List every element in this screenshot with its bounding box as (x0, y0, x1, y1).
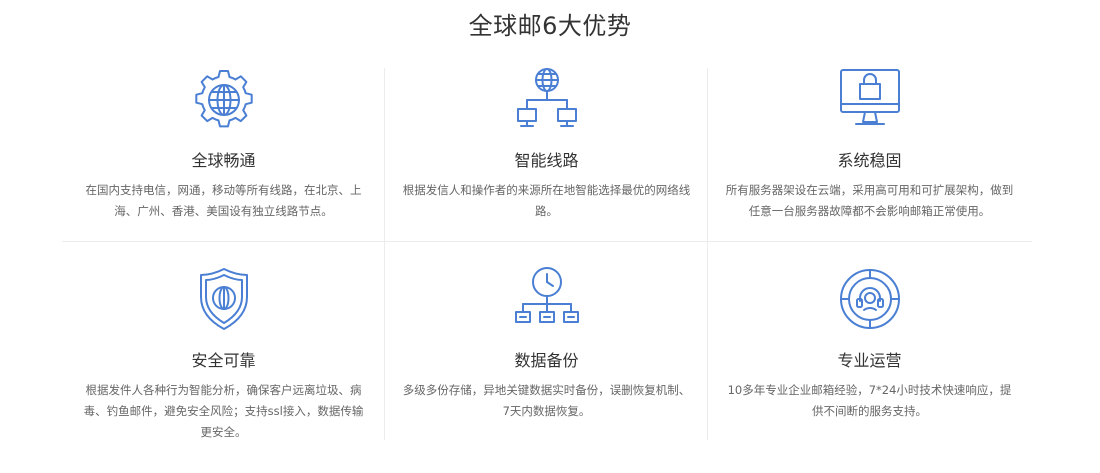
feature-title: 数据备份 (514, 351, 579, 370)
feature-card-routing: 智能线路 根据发信人和操作者的来源所在地智能选择最优的网络线路。 (385, 68, 708, 241)
feature-card-operations: 专业运营 10多年专业企业邮箱经验，7*24小时技术快速响应，提供不间断的服务支… (708, 241, 1031, 418)
feature-desc: 根据发信人和操作者的来源所在地智能选择最优的网络线路。 (402, 183, 691, 218)
feature-title: 系统稳固 (837, 151, 902, 170)
feature-desc: 根据发件人各种行为智能分析，确保客户远离垃圾、病毒、钓鱼邮件，避免安全风险；支持… (83, 383, 364, 439)
feature-desc: 在国内支持电信，网通，移动等所有线路，在北京、上海、广州、香港、美国设有独立线路… (85, 183, 362, 218)
feature-card-stability: 系统稳固 所有服务器架设在云端，采用高可用和可扩展架构，做到任意一台服务器故障都… (708, 68, 1031, 241)
section-title: 全球邮6大优势 (468, 12, 632, 40)
feature-title: 全球畅通 (191, 151, 256, 170)
shield-globe-icon (192, 267, 256, 331)
feature-desc: 10多年专业企业邮箱经验，7*24小时技术快速响应，提供不间断的服务支持。 (727, 383, 1012, 418)
network-tree-icon (515, 68, 579, 132)
feature-desc: 多级多份存储，异地关键数据实时备份，误删恢复机制、7天内数据恢复。 (402, 383, 691, 418)
monitor-lock-icon (838, 68, 902, 132)
feature-card-backup: 数据备份 多级多份存储，异地关键数据实时备份，误删恢复机制、7天内数据恢复。 (385, 241, 708, 418)
clock-backup-icon (514, 267, 579, 331)
feature-title: 智能线路 (514, 151, 579, 170)
headset-target-icon (838, 267, 902, 331)
feature-card-global: 全球畅通 在国内支持电信，网通，移动等所有线路，在北京、上海、广州、香港、美国设… (62, 68, 385, 241)
globe-gear-icon (192, 68, 256, 132)
feature-card-security: 安全可靠 根据发件人各种行为智能分析，确保客户远离垃圾、病毒、钓鱼邮件，避免安全… (62, 241, 385, 439)
feature-title: 专业运营 (837, 351, 902, 370)
feature-title: 安全可靠 (191, 351, 256, 370)
features-grid: 全球畅通 在国内支持电信，网通，移动等所有线路，在北京、上海、广州、香港、美国设… (62, 68, 1032, 440)
feature-desc: 所有服务器架设在云端，采用高可用和可扩展架构，做到任意一台服务器故障都不会影响邮… (725, 183, 1014, 218)
